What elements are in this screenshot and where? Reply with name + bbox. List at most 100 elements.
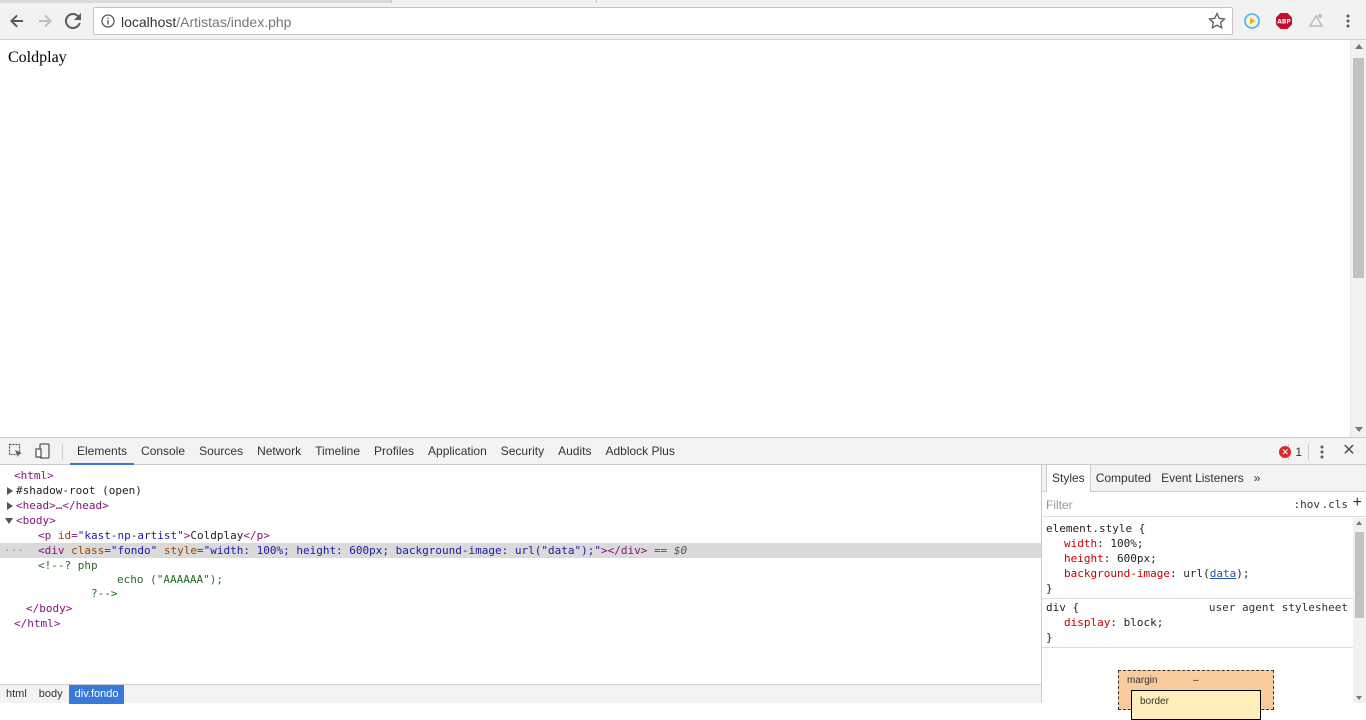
- inspect-element-icon[interactable]: [6, 442, 26, 460]
- dom-node-p[interactable]: <p id="kast-np-artist">Coldplay</p>: [0, 528, 1041, 543]
- scroll-down-arrow-icon[interactable]: [1356, 696, 1362, 700]
- box-model-border: border: [1131, 690, 1261, 720]
- device-toolbar-icon[interactable]: [33, 442, 53, 460]
- bookmark-star-icon[interactable]: [1208, 11, 1226, 33]
- p-close-tag: </p>: [243, 529, 270, 542]
- tab-event-listeners[interactable]: Event Listeners: [1156, 465, 1249, 492]
- error-icon: ✕: [1279, 446, 1292, 458]
- devtools-panel: Elements Console Sources Network Timelin…: [0, 437, 1366, 720]
- tab-adblock-plus[interactable]: Adblock Plus: [598, 438, 681, 465]
- breadcrumb-body[interactable]: body: [33, 685, 69, 704]
- style-prop-width[interactable]: width: 100%;: [1042, 536, 1354, 551]
- div-ua-rule: div { user agent stylesheet display: bloc…: [1042, 600, 1354, 645]
- prop-value-prefix: url(: [1183, 567, 1210, 580]
- devtools-tab-bar: Elements Console Sources Network Timelin…: [0, 438, 1366, 465]
- breadcrumb-div-fondo[interactable]: div.fondo: [68, 684, 125, 704]
- prop-name: height: [1064, 552, 1104, 565]
- scroll-up-arrow-icon[interactable]: [1356, 521, 1362, 525]
- chrome-menu-icon[interactable]: [1336, 9, 1360, 33]
- rule-divider: [1042, 598, 1354, 599]
- p-attr-name: id: [57, 529, 72, 542]
- dom-node-comment[interactable]: <!--? php: [0, 558, 1041, 573]
- scrollbar-thumb[interactable]: [1353, 58, 1364, 278]
- error-count-badge[interactable]: ✕ 1: [1279, 445, 1302, 459]
- close-devtools-icon[interactable]: ✕: [1340, 442, 1358, 460]
- sidebar-scrollbar[interactable]: [1353, 518, 1366, 703]
- adblock-plus-icon[interactable]: ABP: [1272, 9, 1296, 33]
- dom-node-html[interactable]: <html>: [0, 468, 1041, 483]
- box-model-margin-value[interactable]: –: [1193, 675, 1199, 686]
- extension-icon[interactable]: [1304, 9, 1328, 33]
- tab-network[interactable]: Network: [250, 438, 308, 465]
- devtools-menu-icon[interactable]: [1314, 443, 1330, 461]
- info-icon[interactable]: [101, 14, 115, 31]
- comment-line-2: echo ("AAAAAA");: [117, 573, 223, 586]
- prop-name: width: [1064, 537, 1098, 550]
- more-actions-dots-icon[interactable]: ···: [4, 543, 24, 558]
- filter-input[interactable]: Filter: [1046, 498, 1073, 512]
- prop-value: 100%;: [1110, 537, 1144, 550]
- style-prop-display[interactable]: display: block;: [1042, 615, 1354, 630]
- body-open-tag: <body>: [16, 514, 56, 527]
- element-style-rule: element.style { width: 100%; height: 600…: [1042, 521, 1354, 596]
- dom-node-shadow-root[interactable]: #shadow-root (open): [0, 483, 1041, 498]
- add-rule-plus-icon[interactable]: +: [1353, 494, 1362, 512]
- address-bar[interactable]: localhost/Artistas/index.php: [93, 7, 1233, 35]
- tab-security[interactable]: Security: [494, 438, 551, 465]
- url-host: localhost: [121, 14, 177, 30]
- svg-text:ABP: ABP: [1277, 19, 1291, 26]
- reload-icon[interactable]: [61, 9, 85, 33]
- back-arrow-icon[interactable]: [5, 9, 29, 33]
- data-url-link[interactable]: data: [1210, 567, 1237, 580]
- dom-node-body[interactable]: <body>: [0, 513, 1041, 528]
- dom-node-div-selected[interactable]: ··· <div class="fondo" style="width: 100%…: [0, 543, 1041, 558]
- tab-elements[interactable]: Elements: [70, 438, 135, 465]
- div-selector-text: div {: [1046, 601, 1080, 614]
- box-model-diagram[interactable]: margin – border: [1118, 670, 1274, 720]
- div-style-attr-name: style: [163, 544, 197, 557]
- dom-node-head[interactable]: <head>…</head>: [0, 498, 1041, 513]
- more-tabs-chevron-icon[interactable]: »: [1249, 465, 1266, 492]
- expand-triangle-icon[interactable]: [7, 502, 13, 510]
- tab-console[interactable]: Console: [134, 438, 192, 465]
- tab-styles[interactable]: Styles: [1046, 465, 1091, 492]
- scrollbar-thumb[interactable]: [1355, 532, 1364, 618]
- div-style-attr-value: "width: 100%; height: 600px; background-…: [203, 544, 601, 557]
- hover-state-toggle[interactable]: :hov: [1294, 498, 1321, 511]
- div-selector[interactable]: div { user agent stylesheet: [1042, 600, 1354, 615]
- shadow-root-label: #shadow-root (open): [16, 484, 142, 497]
- style-prop-background-image[interactable]: background-image: url(data);: [1042, 566, 1354, 581]
- prop-value: block;: [1123, 616, 1164, 629]
- sidebar-tabs: Styles Computed Event Listeners »: [1042, 465, 1366, 492]
- element-style-selector[interactable]: element.style {: [1042, 521, 1354, 536]
- rule-close-brace: }: [1046, 582, 1053, 595]
- artist-paragraph: Coldplay: [8, 49, 67, 66]
- breadcrumb-html[interactable]: html: [0, 685, 33, 704]
- scroll-down-arrow-icon[interactable]: [1355, 427, 1363, 432]
- page-scrollbar[interactable]: [1350, 40, 1366, 437]
- dom-node-body-close[interactable]: </body>: [0, 601, 1041, 616]
- style-prop-height[interactable]: height: 600px;: [1042, 551, 1354, 566]
- tab-timeline[interactable]: Timeline: [308, 438, 367, 465]
- tab-computed[interactable]: Computed: [1091, 465, 1156, 492]
- div-class-attr-name: class: [71, 544, 105, 557]
- tab-profiles[interactable]: Profiles: [367, 438, 421, 465]
- forward-arrow-icon[interactable]: [33, 9, 57, 33]
- tab-application[interactable]: Application: [421, 438, 494, 465]
- rule-divider: [1042, 647, 1354, 648]
- browser-toolbar: localhost/Artistas/index.php ABP: [0, 3, 1366, 40]
- p-attr-value: "kast-np-artist": [77, 529, 184, 542]
- tab-sources[interactable]: Sources: [192, 438, 250, 465]
- html-close-tag: </html>: [14, 617, 61, 630]
- class-toggle[interactable]: .cls: [1322, 498, 1349, 511]
- scroll-up-arrow-icon[interactable]: [1355, 44, 1363, 49]
- devtools-tabs: Elements Console Sources Network Timelin…: [70, 438, 682, 465]
- cast-extension-icon[interactable]: [1240, 9, 1264, 33]
- user-agent-stylesheet-label: user agent stylesheet: [1208, 601, 1348, 614]
- expand-triangle-icon[interactable]: [7, 487, 13, 495]
- collapse-triangle-icon[interactable]: [5, 518, 13, 524]
- dom-node-html-close[interactable]: </html>: [0, 616, 1041, 631]
- tab-audits[interactable]: Audits: [551, 438, 598, 465]
- styles-sidebar: Styles Computed Event Listeners » Filter…: [1041, 465, 1366, 720]
- head-tag: <head>…</head>: [16, 499, 109, 512]
